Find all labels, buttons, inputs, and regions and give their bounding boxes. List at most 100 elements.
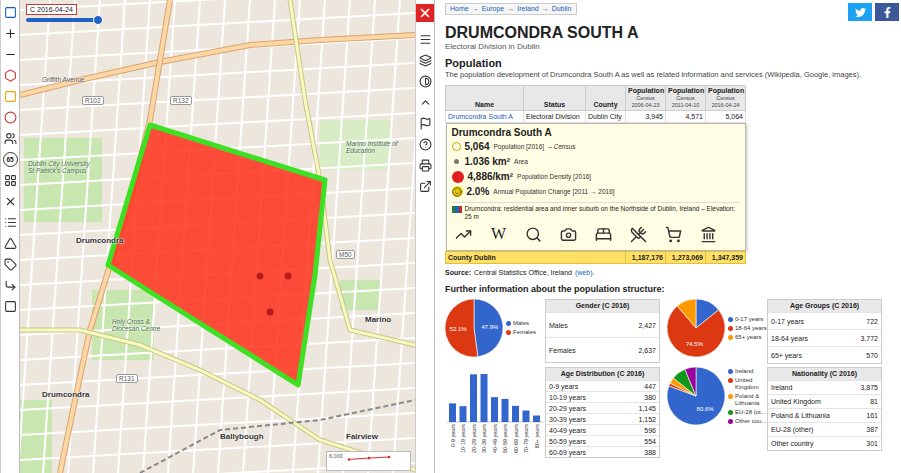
contrast-icon[interactable] xyxy=(419,75,432,88)
tool-button[interactable] xyxy=(2,172,18,188)
breadcrumb-separator: → xyxy=(542,4,549,14)
age-badge-icon[interactable]: 65 xyxy=(3,152,18,167)
tool-button[interactable] xyxy=(417,52,433,68)
tool-button[interactable] xyxy=(417,157,433,173)
table-cell: Dublin City xyxy=(586,111,626,123)
close-button[interactable] xyxy=(416,4,434,22)
tool-button[interactable] xyxy=(2,25,18,41)
hotel-link[interactable] xyxy=(594,224,614,244)
wikipedia-icon[interactable]: W xyxy=(491,224,506,244)
tool-button[interactable] xyxy=(2,46,18,62)
cross-icon[interactable] xyxy=(4,195,17,208)
grid-icon[interactable] xyxy=(4,174,17,187)
gender-table: Gender (C 2016)Males2,427Females2,637 xyxy=(545,299,660,363)
museum-link[interactable] xyxy=(699,224,719,244)
eject-icon[interactable] xyxy=(419,96,432,109)
table-cell[interactable]: Drumcondra South A xyxy=(446,111,524,123)
tool-button[interactable] xyxy=(2,67,18,83)
table-cell: 5,064 xyxy=(706,111,746,123)
tool-button[interactable] xyxy=(417,136,433,152)
map-label: Drumcondra xyxy=(42,390,90,399)
gender-panel: 47.9%52.1%MalesFemalesGender (C 2016)Mal… xyxy=(445,299,660,364)
zoom-out-icon[interactable] xyxy=(4,48,17,61)
cluster-icon[interactable] xyxy=(4,69,17,82)
photo-link[interactable] xyxy=(559,224,579,244)
chart-bar xyxy=(533,416,540,423)
tool-button[interactable] xyxy=(417,31,433,47)
table-row[interactable]: Drumcondra South AElectoral DivisionDubl… xyxy=(446,111,746,123)
twitter-button[interactable] xyxy=(848,3,872,21)
frame-icon[interactable] xyxy=(4,6,17,19)
table-cell: 1,187,176 xyxy=(626,252,666,264)
marker-icon[interactable] xyxy=(267,309,274,316)
pie-label: 47.9% xyxy=(481,324,499,330)
gender-icon[interactable] xyxy=(4,132,17,145)
breadcrumb-link[interactable]: Ireland xyxy=(517,4,538,14)
tool-button[interactable] xyxy=(2,277,18,293)
tool-button[interactable] xyxy=(2,214,18,230)
tool-button[interactable] xyxy=(2,88,18,104)
marker-icon[interactable] xyxy=(257,273,264,280)
menu-icon[interactable] xyxy=(419,33,432,46)
layers-icon[interactable] xyxy=(419,54,432,67)
zoom-in-icon[interactable] xyxy=(4,27,17,40)
tool-button[interactable]: 65 xyxy=(2,151,18,167)
tool-button[interactable] xyxy=(2,235,18,251)
pie-slice xyxy=(445,299,478,357)
slider-track[interactable] xyxy=(26,18,98,22)
external-link-icon[interactable] xyxy=(419,180,432,193)
flag-icon[interactable] xyxy=(419,117,432,130)
legend-dot xyxy=(728,394,733,399)
age-groups-table: Age Groups (C 2016)0-17 years72218-64 ye… xyxy=(767,299,882,364)
shopping-link[interactable] xyxy=(664,224,684,244)
chart-bar xyxy=(449,403,456,422)
tool-button[interactable] xyxy=(2,130,18,146)
facebook-icon[interactable] xyxy=(882,7,893,18)
legend-dot xyxy=(728,326,733,331)
tool-button[interactable] xyxy=(417,115,433,131)
table-header: NameStatusCountyPopulationCensus2006-04-… xyxy=(446,86,746,111)
stat-row: Poland & Lithuania161 xyxy=(768,408,881,422)
region-polygon[interactable] xyxy=(108,125,325,385)
facebook-button[interactable] xyxy=(875,3,899,21)
tool-button[interactable] xyxy=(2,4,18,20)
tool-button[interactable] xyxy=(417,178,433,194)
marker-icon[interactable] xyxy=(285,273,292,280)
nationality-chart: 80.6%IrelandUnited KingdomPoland & Lithu… xyxy=(667,367,767,425)
tool-button[interactable] xyxy=(417,94,433,110)
printer-icon[interactable] xyxy=(419,159,432,172)
mini-chart-tick: 6,000 xyxy=(329,453,343,460)
tool-button[interactable] xyxy=(2,193,18,209)
tool-button[interactable] xyxy=(2,298,18,314)
table-cell: 4,571 xyxy=(666,111,706,123)
popup-row: Drumcondra South A5,064Population [2016]… xyxy=(446,123,746,252)
tag-icon[interactable] xyxy=(4,258,17,271)
breadcrumb-link[interactable]: Dublin xyxy=(552,4,572,14)
list-icon[interactable] xyxy=(4,216,17,229)
restaurant-link[interactable] xyxy=(629,224,649,244)
wiki-link[interactable]: W xyxy=(489,224,509,244)
legend-item: Females xyxy=(506,329,545,336)
box-icon[interactable] xyxy=(4,300,17,313)
breadcrumb-link[interactable]: Home xyxy=(450,4,469,14)
legend-item: 0-17 years xyxy=(728,316,767,323)
tool-button[interactable] xyxy=(2,256,18,272)
density-icon[interactable] xyxy=(4,90,17,103)
total-row[interactable]: County Dublin1,187,1761,273,0691,347,359 xyxy=(446,252,746,264)
map[interactable]: Griffith AvenueR102R132Dublin City Unive… xyxy=(20,0,415,473)
twitter-icon[interactable] xyxy=(855,7,866,18)
close-icon[interactable] xyxy=(418,6,432,20)
tool-button[interactable] xyxy=(2,109,18,125)
population-icon[interactable] xyxy=(4,111,17,124)
breadcrumb-link[interactable]: Europe xyxy=(482,4,505,14)
help-icon[interactable] xyxy=(419,138,432,151)
stat-header: Age Distribution (C 2016) xyxy=(546,368,659,380)
shapes-icon[interactable] xyxy=(4,237,17,250)
corner-icon[interactable] xyxy=(4,279,17,292)
tool-button[interactable] xyxy=(417,73,433,89)
source-link[interactable]: (web) xyxy=(575,269,593,276)
chart-link[interactable] xyxy=(454,224,474,244)
search-link[interactable] xyxy=(524,224,544,244)
slider-thumb[interactable] xyxy=(93,15,103,25)
time-slider[interactable]: C 2016-04-24 xyxy=(26,4,98,22)
